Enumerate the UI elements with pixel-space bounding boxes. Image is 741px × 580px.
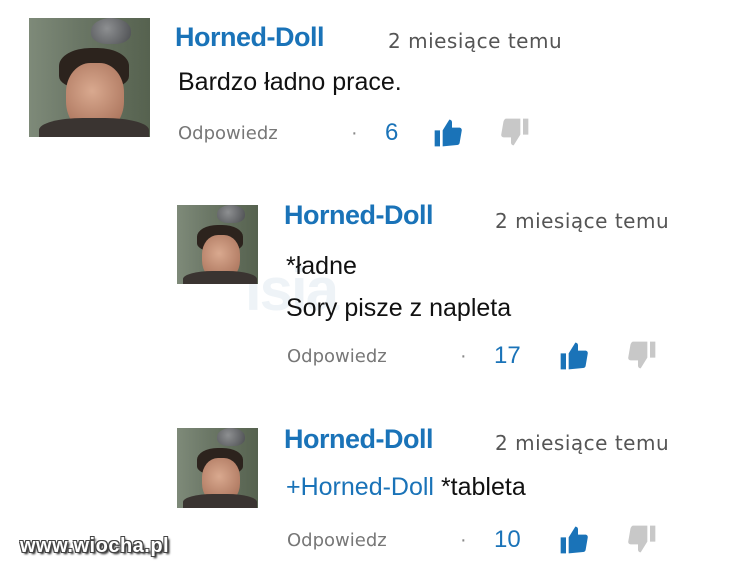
separator-dot: · <box>460 345 467 367</box>
avatar[interactable] <box>177 428 258 508</box>
reply-button[interactable]: Odpowiedz <box>287 346 387 367</box>
thumbs-up-icon[interactable] <box>558 340 590 372</box>
comment-author[interactable]: Horned-Doll <box>284 424 434 455</box>
thumbs-down-icon[interactable] <box>626 339 658 371</box>
site-watermark: www.wiocha.pl <box>20 535 170 557</box>
separator-dot: · <box>460 529 467 551</box>
comment-author[interactable]: Horned-Doll <box>175 22 325 53</box>
thumbs-down-icon[interactable] <box>499 116 531 148</box>
reply-button[interactable]: Odpowiedz <box>178 123 278 144</box>
reply-button[interactable]: Odpowiedz <box>287 530 387 551</box>
like-count: 6 <box>385 119 399 146</box>
avatar[interactable] <box>177 205 258 284</box>
comment-text: +Horned-Doll *tableta <box>286 470 526 504</box>
comment-text-line-1: *ładne <box>286 252 357 280</box>
like-count: 10 <box>494 526 521 553</box>
comment-timestamp[interactable]: 2 miesiące temu <box>388 29 562 53</box>
comment-timestamp[interactable]: 2 miesiące temu <box>495 209 669 233</box>
thumbs-up-icon[interactable] <box>432 117 464 149</box>
comment-author[interactable]: Horned-Doll <box>284 200 434 231</box>
comment-text-content: *tableta <box>440 473 526 501</box>
thumbs-up-icon[interactable] <box>558 524 590 556</box>
comment-timestamp[interactable]: 2 miesiące temu <box>495 431 669 455</box>
avatar[interactable] <box>29 18 150 137</box>
mention-link[interactable]: +Horned-Doll <box>286 473 434 501</box>
comment-text-line-2: Sory pisze z napleta <box>286 294 512 322</box>
like-count: 17 <box>494 342 521 369</box>
thumbs-down-icon[interactable] <box>626 523 658 555</box>
separator-dot: · <box>351 122 358 144</box>
comment-text: Bardzo ładno prace. <box>178 68 402 96</box>
